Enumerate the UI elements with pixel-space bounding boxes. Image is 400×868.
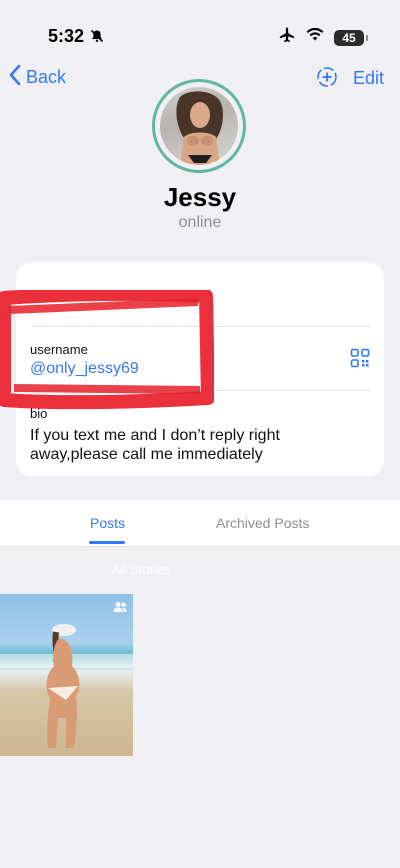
qr-code-icon[interactable] [350,348,370,373]
presence-status: online [178,214,222,231]
info-card: username @only_jessy69 bio If you text m… [16,262,384,476]
active-tab-indicator [89,541,125,544]
username-link[interactable]: @only_jessy69 [30,360,139,378]
tab-posts[interactable]: Posts [90,515,125,531]
avatar [160,87,238,165]
back-button[interactable]: Back [8,64,66,91]
airplane-mode-icon [278,26,296,49]
battery-icon: 45 [334,29,368,46]
silent-bell-icon [90,29,104,48]
back-label: Back [26,67,67,87]
beach-photo-figure [46,624,80,748]
divider [32,390,370,391]
faded-section-label: All Stories [112,562,171,577]
add-story-icon[interactable] [316,66,338,93]
status-bar: 5:32 45 [0,0,400,60]
bio-text: If you text me and I don’t reply right a… [30,427,280,463]
people-icon [113,600,127,618]
post-thumbnail[interactable] [0,594,133,756]
profile-name: Jessy [163,182,237,212]
username-label: username [30,342,88,357]
status-time: 5:32 [48,26,85,46]
divider [32,326,370,327]
chevron-left-icon [8,64,22,91]
profile-tabs: Posts Archived Posts [0,500,400,547]
avatar-story-ring[interactable] [152,79,246,173]
tab-archived-posts[interactable]: Archived Posts [216,515,309,531]
edit-button[interactable]: Edit [353,68,384,89]
bio-label: bio [30,406,48,421]
wifi-icon [306,27,324,47]
